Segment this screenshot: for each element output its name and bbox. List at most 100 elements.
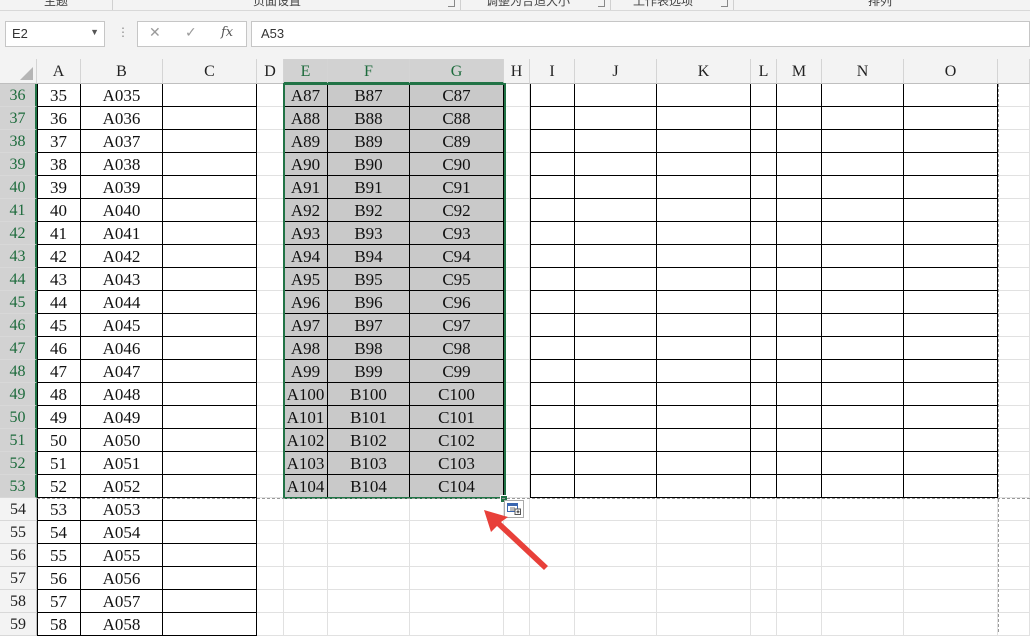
cell-o51[interactable] (904, 429, 998, 452)
cell-e57[interactable] (284, 567, 328, 590)
column-header-b[interactable]: B (81, 59, 163, 84)
cell-o54[interactable] (904, 498, 998, 521)
cell-k37[interactable] (657, 107, 751, 130)
cell-a39[interactable]: 38 (37, 153, 81, 176)
cell-n56[interactable] (822, 544, 904, 567)
column-header-g[interactable]: G (410, 59, 504, 84)
cell-a43[interactable]: 42 (37, 245, 81, 268)
cell-m36[interactable] (777, 84, 822, 107)
row-header-46[interactable]: 46 (0, 314, 37, 337)
cell-f57[interactable] (328, 567, 410, 590)
cell-j44[interactable] (575, 268, 657, 291)
cell-h37[interactable] (504, 107, 530, 130)
cell-d39[interactable] (257, 153, 284, 176)
cell-n41[interactable] (822, 199, 904, 222)
cell-m39[interactable] (777, 153, 822, 176)
cell-f40[interactable]: B91 (328, 176, 410, 199)
cell-g39[interactable]: C90 (410, 153, 504, 176)
cell-k36[interactable] (657, 84, 751, 107)
cell-o42[interactable] (904, 222, 998, 245)
cell-n49[interactable] (822, 383, 904, 406)
cell-m56[interactable] (777, 544, 822, 567)
cell-i58[interactable] (530, 590, 575, 613)
ribbon-group-arrange[interactable]: 排列 (868, 0, 892, 9)
cell-h38[interactable] (504, 130, 530, 153)
cell-i40[interactable] (530, 176, 575, 199)
cell-l52[interactable] (751, 452, 777, 475)
cell-e51[interactable]: A102 (284, 429, 328, 452)
cell-b45[interactable]: A044 (81, 291, 163, 314)
cell-f56[interactable] (328, 544, 410, 567)
cell-e52[interactable]: A103 (284, 452, 328, 475)
cell-m41[interactable] (777, 199, 822, 222)
cell-k53[interactable] (657, 475, 751, 498)
cell-j54[interactable] (575, 498, 657, 521)
cell-n36[interactable] (822, 84, 904, 107)
cell-l44[interactable] (751, 268, 777, 291)
cell-j38[interactable] (575, 130, 657, 153)
cell-n46[interactable] (822, 314, 904, 337)
cell-g41[interactable]: C92 (410, 199, 504, 222)
cell-p37[interactable] (998, 107, 1030, 130)
cell-i51[interactable] (530, 429, 575, 452)
cell-p53[interactable] (998, 475, 1030, 498)
cell-f52[interactable]: B103 (328, 452, 410, 475)
cell-h51[interactable] (504, 429, 530, 452)
cell-d42[interactable] (257, 222, 284, 245)
cell-k46[interactable] (657, 314, 751, 337)
cell-a59[interactable]: 58 (37, 613, 81, 636)
cell-f45[interactable]: B96 (328, 291, 410, 314)
dialog-launcher-icon[interactable] (721, 0, 728, 7)
chevron-down-icon[interactable]: ▼ (90, 27, 99, 37)
cell-l57[interactable] (751, 567, 777, 590)
cell-g43[interactable]: C94 (410, 245, 504, 268)
cell-p39[interactable] (998, 153, 1030, 176)
cell-c45[interactable] (163, 291, 257, 314)
cell-f38[interactable]: B89 (328, 130, 410, 153)
cell-m40[interactable] (777, 176, 822, 199)
cell-p50[interactable] (998, 406, 1030, 429)
cell-f59[interactable] (328, 613, 410, 636)
cell-p44[interactable] (998, 268, 1030, 291)
column-header-j[interactable]: J (575, 59, 657, 84)
column-header-i[interactable]: I (530, 59, 575, 84)
row-header-55[interactable]: 55 (0, 521, 37, 544)
cell-c47[interactable] (163, 337, 257, 360)
cell-f36[interactable]: B87 (328, 84, 410, 107)
cell-o44[interactable] (904, 268, 998, 291)
cell-d45[interactable] (257, 291, 284, 314)
cell-g50[interactable]: C101 (410, 406, 504, 429)
cell-m43[interactable] (777, 245, 822, 268)
cell-l48[interactable] (751, 360, 777, 383)
column-header-k[interactable]: K (657, 59, 751, 84)
cell-p55[interactable] (998, 521, 1030, 544)
row-header-42[interactable]: 42 (0, 222, 37, 245)
cell-m47[interactable] (777, 337, 822, 360)
cell-i37[interactable] (530, 107, 575, 130)
cell-e58[interactable] (284, 590, 328, 613)
cell-a40[interactable]: 39 (37, 176, 81, 199)
cell-p46[interactable] (998, 314, 1030, 337)
column-header-d[interactable]: D (257, 59, 284, 84)
cell-p47[interactable] (998, 337, 1030, 360)
column-header-a[interactable]: A (37, 59, 81, 84)
cell-h45[interactable] (504, 291, 530, 314)
cell-b57[interactable]: A056 (81, 567, 163, 590)
cell-l40[interactable] (751, 176, 777, 199)
cell-i38[interactable] (530, 130, 575, 153)
cell-n39[interactable] (822, 153, 904, 176)
cell-f49[interactable]: B100 (328, 383, 410, 406)
cell-o47[interactable] (904, 337, 998, 360)
cell-j49[interactable] (575, 383, 657, 406)
cell-a38[interactable]: 37 (37, 130, 81, 153)
cell-o46[interactable] (904, 314, 998, 337)
cell-a47[interactable]: 46 (37, 337, 81, 360)
cell-f53[interactable]: B104 (328, 475, 410, 498)
cell-p43[interactable] (998, 245, 1030, 268)
cell-c42[interactable] (163, 222, 257, 245)
cell-m38[interactable] (777, 130, 822, 153)
cell-f46[interactable]: B97 (328, 314, 410, 337)
cell-o48[interactable] (904, 360, 998, 383)
row-header-59[interactable]: 59 (0, 613, 37, 636)
cell-n51[interactable] (822, 429, 904, 452)
